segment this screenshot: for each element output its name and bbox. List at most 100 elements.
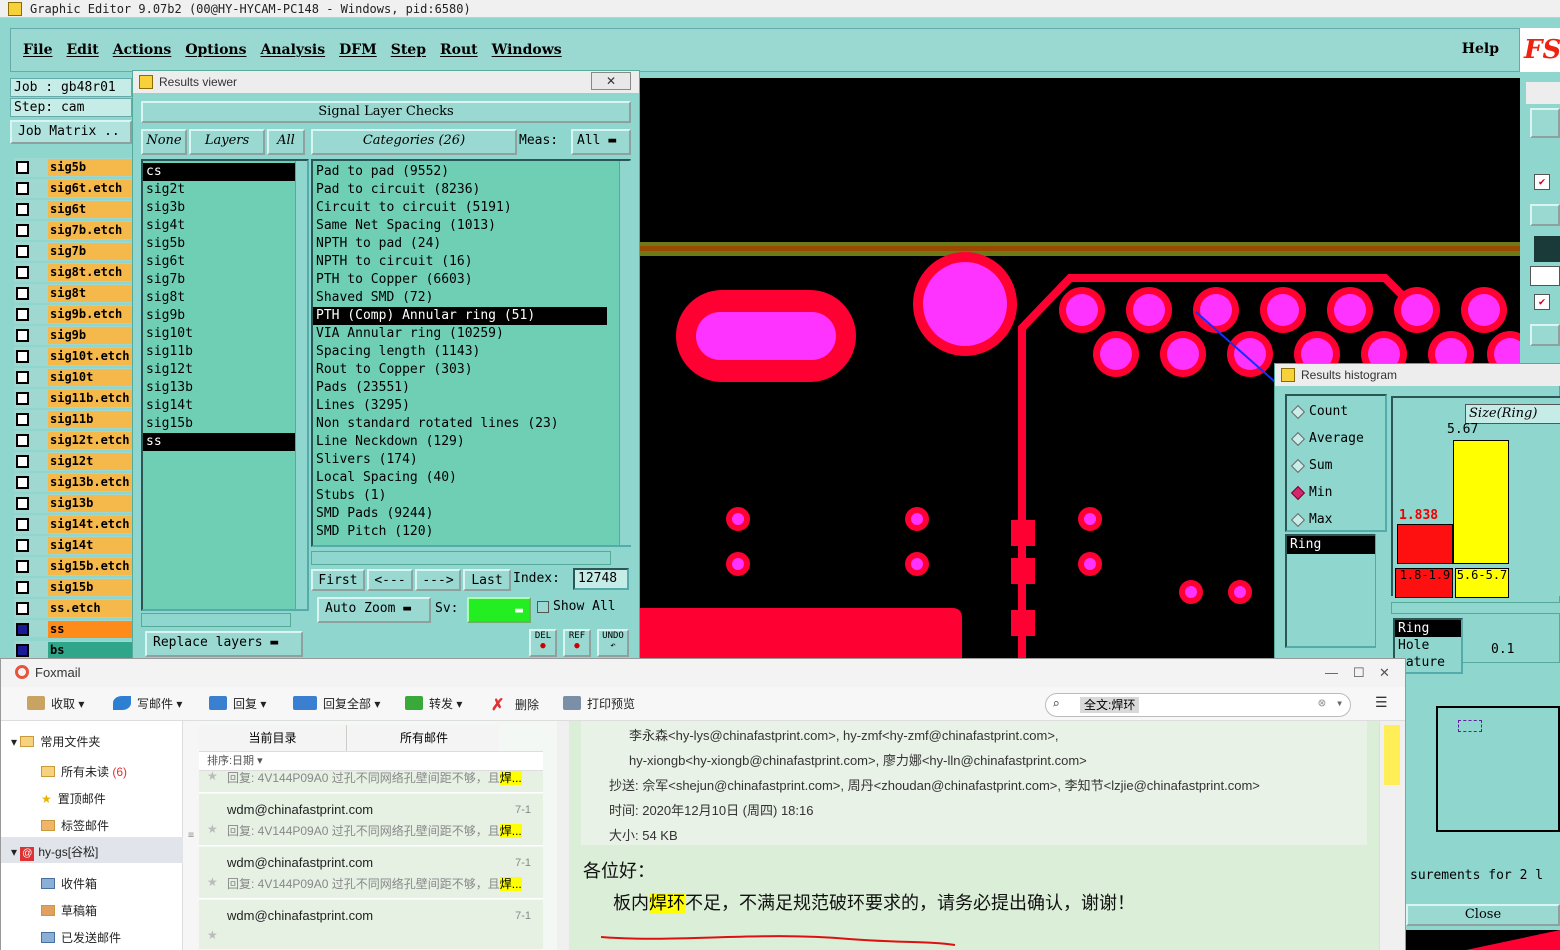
meas-dropdown[interactable]: All ▬ [571, 129, 631, 155]
replace-layers-dropdown[interactable]: Replace layers ▬ [145, 631, 303, 657]
layers-button[interactable]: Layers [189, 129, 265, 155]
category-item[interactable]: Spacing length (1143) [313, 343, 607, 361]
layer-checkbox[interactable] [16, 623, 29, 636]
folder-unread[interactable]: 所有未读 (6) [41, 763, 127, 780]
layer-checkbox[interactable] [16, 266, 29, 279]
layer-checkbox[interactable] [16, 476, 29, 489]
categories-button[interactable]: Categories (26) [311, 129, 517, 155]
layer-list-item[interactable]: sig3b [143, 199, 307, 217]
search-options-icon[interactable]: ▾ [1336, 696, 1343, 710]
category-item[interactable]: Shaved SMD (72) [313, 289, 607, 307]
tab-current-folder[interactable]: 当前目录 [199, 725, 347, 751]
account-name[interactable]: ▾ @ hy-gs[谷松] [11, 843, 98, 861]
menu-analysis[interactable]: Analysis [260, 42, 325, 58]
star-icon[interactable]: ★ [207, 875, 218, 889]
maximize-icon[interactable]: ☐ [1353, 659, 1365, 687]
feature-ring[interactable]: Ring [1395, 620, 1461, 637]
layer-checkbox[interactable] [16, 602, 29, 615]
layer-checkbox[interactable] [16, 455, 29, 468]
mail-list-scrollbar[interactable] [557, 721, 569, 950]
pane-splitter[interactable]: ≡ [183, 721, 199, 950]
del-button[interactable]: DEL ● [529, 629, 557, 657]
layer-checkbox[interactable] [16, 308, 29, 321]
option-count[interactable]: Count [1290, 404, 1348, 420]
layer-checkbox[interactable] [16, 581, 29, 594]
layer-checkbox[interactable] [16, 224, 29, 237]
category-item[interactable]: NPTH to circuit (16) [313, 253, 607, 271]
tab-all-mail[interactable]: 所有邮件 [349, 725, 499, 751]
delete-button[interactable]: ✗ 删除 [491, 695, 539, 714]
folder-sent[interactable]: 已发送邮件 [41, 929, 121, 946]
option-max[interactable]: Max [1290, 512, 1332, 528]
layer-list-item[interactable]: sig15b [143, 415, 307, 433]
category-hscroll[interactable] [311, 551, 611, 565]
menu-icon[interactable]: ☰ [1375, 695, 1388, 711]
search-input[interactable]: 全文:焊环 [1080, 697, 1140, 713]
menu-windows[interactable]: Windows [492, 42, 562, 58]
menu-help[interactable]: Help [1462, 41, 1499, 57]
forward-button[interactable]: 转发 ▾ [405, 695, 462, 712]
layer-checkbox[interactable] [16, 182, 29, 195]
reply-button[interactable]: 回复 ▾ [209, 695, 266, 712]
layer-list-item[interactable]: sig10t [143, 325, 307, 343]
category-item[interactable]: Pad to pad (9552) [313, 163, 607, 181]
all-button[interactable]: All [267, 129, 305, 155]
layer-row[interactable]: sig9b.etch [14, 305, 132, 324]
folder-pinned[interactable]: ★ 置顶邮件 [41, 790, 106, 807]
star-icon[interactable]: ★ [207, 822, 218, 836]
layer-checkbox[interactable] [16, 413, 29, 426]
undo-button[interactable]: UNDO ↶ [597, 629, 629, 657]
layer-row[interactable]: sig14t.etch [14, 515, 132, 534]
index-input[interactable]: 12748 [573, 568, 629, 590]
layer-row[interactable]: sig11b.etch [14, 389, 132, 408]
layer-hscroll[interactable] [141, 613, 291, 627]
layer-checkbox[interactable] [16, 203, 29, 216]
layer-checkbox[interactable] [16, 497, 29, 510]
layer-row[interactable]: sig8t.etch [14, 263, 132, 282]
histogram-attr-list[interactable]: Ring [1285, 534, 1377, 648]
folder-tagged[interactable]: 标签邮件 [41, 817, 109, 834]
account-row[interactable]: ▾ @ hy-gs[谷松] [1, 837, 183, 863]
mail-list-item[interactable]: wdm@chinafastprint.com 7-1 ★ [199, 900, 543, 949]
layer-list-item[interactable]: sig11b [143, 343, 307, 361]
layer-list-scrollbar[interactable] [295, 161, 307, 609]
layer-row[interactable]: sig5b [14, 158, 132, 177]
minimize-icon[interactable]: — [1325, 659, 1338, 687]
layer-list-item[interactable]: ss [143, 433, 307, 451]
folder-drafts[interactable]: 草稿箱 [41, 902, 97, 919]
menu-actions[interactable]: Actions [113, 42, 172, 58]
attr-ring[interactable]: Ring [1287, 536, 1375, 554]
mail-list-item[interactable]: wdm@chinafastprint.com 7-1 ★ 回复: 4V144P09A0… [199, 847, 543, 899]
category-item[interactable]: Rout to Copper (303) [313, 361, 607, 379]
reply-all-button[interactable]: 回复全部 ▾ [293, 695, 380, 712]
folder-inbox[interactable]: 收件箱 [41, 875, 97, 892]
category-item[interactable]: Circuit to circuit (5191) [313, 199, 607, 217]
side-field[interactable] [1530, 266, 1560, 286]
layer-row[interactable]: sig15b [14, 578, 132, 597]
layer-row[interactable]: sig7b [14, 242, 132, 261]
layer-row[interactable]: sig6t.etch [14, 179, 132, 198]
category-list-box[interactable]: Pad to pad (9552) Pad to circuit (8236) Ci… [311, 159, 631, 547]
category-item[interactable]: NPTH to pad (24) [313, 235, 607, 253]
category-item[interactable]: Same Net Spacing (1013) [313, 217, 607, 235]
side-button-3[interactable] [1530, 324, 1560, 346]
menu-options[interactable]: Options [185, 42, 246, 58]
auto-zoom-dropdown[interactable]: Auto Zoom ▬ [317, 597, 431, 623]
category-item[interactable]: Stubs (1) [313, 487, 607, 505]
menu-rout[interactable]: Rout [440, 42, 478, 58]
category-item[interactable]: Pad to circuit (8236) [313, 181, 607, 199]
category-item[interactable]: Slivers (174) [313, 451, 607, 469]
layer-checkbox[interactable] [16, 644, 29, 657]
menu-file[interactable]: File [23, 42, 52, 58]
bar1[interactable] [1397, 524, 1453, 564]
category-item[interactable]: PTH (Comp) Annular ring (51) [313, 307, 607, 325]
category-item[interactable]: Pads (23551) [313, 379, 607, 397]
search-box[interactable]: ⌕ 全文:焊环 ⊗ ▾ [1045, 693, 1351, 717]
layer-checkbox[interactable] [16, 434, 29, 447]
close-icon[interactable]: ✕ [1379, 659, 1390, 687]
option-average[interactable]: Average [1290, 431, 1364, 447]
layer-list-item[interactable]: sig6t [143, 253, 307, 271]
clear-search-icon[interactable]: ⊗ [1318, 696, 1326, 711]
category-item[interactable]: Local Spacing (40) [313, 469, 607, 487]
layer-row[interactable]: sig10t [14, 368, 132, 387]
